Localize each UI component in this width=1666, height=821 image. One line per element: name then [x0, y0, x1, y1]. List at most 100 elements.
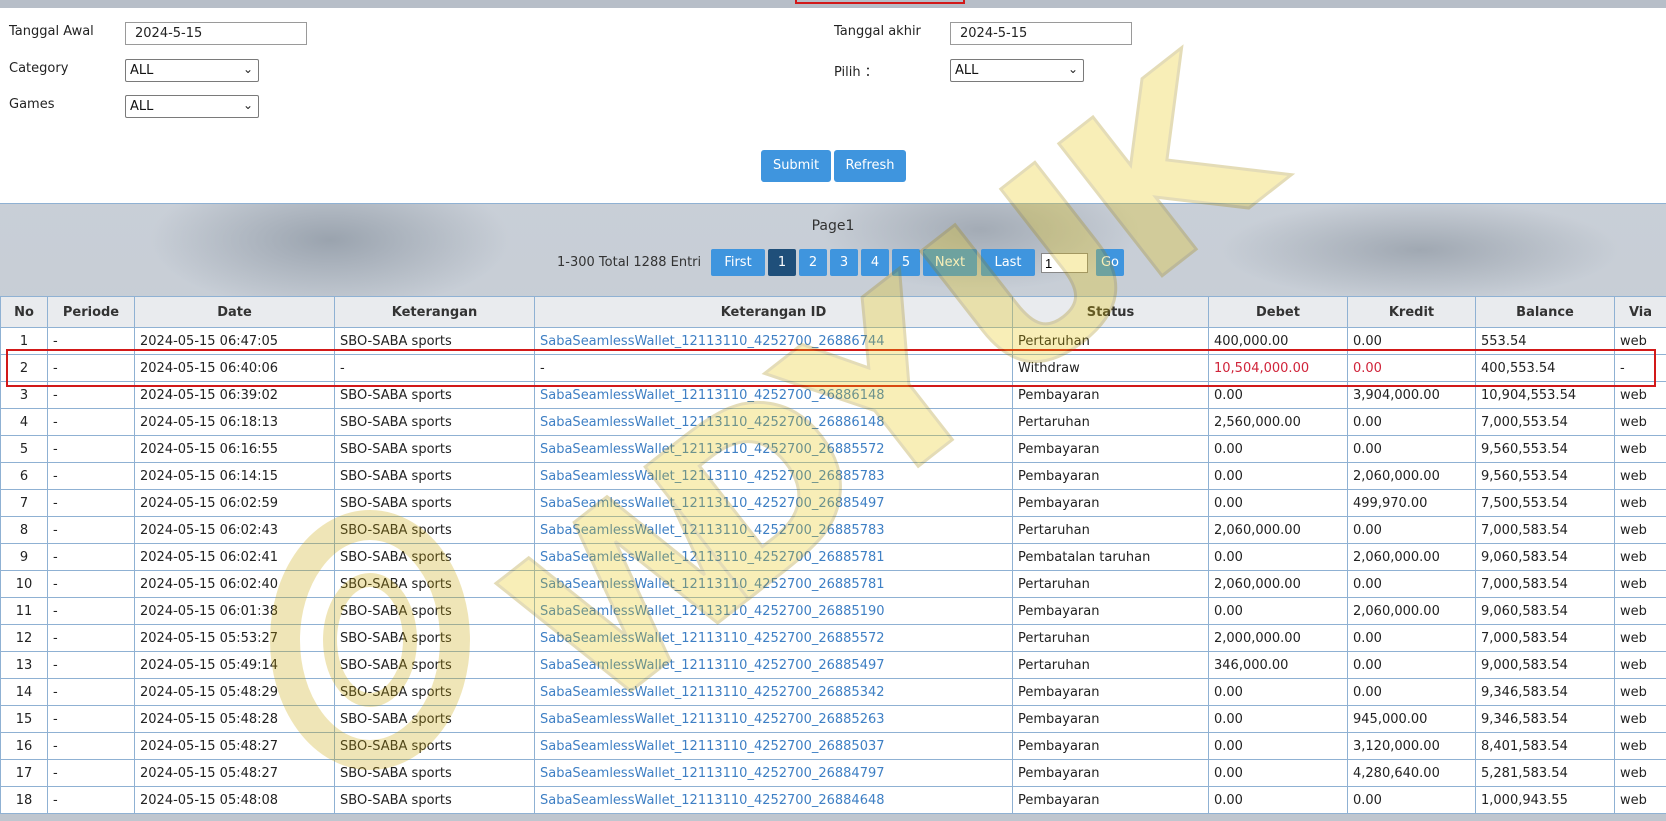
cell-periode: -	[47, 543, 135, 571]
goto-page-input[interactable]	[1041, 253, 1088, 273]
cell-no: 15	[0, 705, 48, 733]
go-button[interactable]: Go	[1096, 249, 1124, 276]
category-label: Category	[9, 61, 69, 76]
cell-no: 10	[0, 570, 48, 598]
cell-debet: 0.00	[1208, 435, 1348, 463]
cell-status: Pertaruhan	[1012, 651, 1209, 679]
cell-date: 2024-05-15 05:53:27	[134, 624, 335, 652]
cell-keterangan-id[interactable]: SabaSeamlessWallet_12113110_4252700_2688…	[534, 570, 1013, 598]
cell-status: Pertaruhan	[1012, 516, 1209, 544]
cell-status: Pembayaran	[1012, 786, 1209, 814]
cell-keterangan-id[interactable]: SabaSeamlessWallet_12113110_4252700_2688…	[534, 489, 1013, 517]
cell-keterangan-id[interactable]: SabaSeamlessWallet_12113110_4252700_2688…	[534, 759, 1013, 787]
cell-keterangan-id[interactable]: SabaSeamlessWallet_12113110_4252700_2688…	[534, 435, 1013, 463]
cell-kredit: 2,060,000.00	[1347, 543, 1476, 571]
cell-status: Pertaruhan	[1012, 570, 1209, 598]
transaction-table: No Periode Date Keterangan Keterangan ID Stat…	[0, 296, 1666, 814]
cell-keterangan-id[interactable]: SabaSeamlessWallet_12113110_4252700_2688…	[534, 597, 1013, 625]
cell-keterangan-id[interactable]: SabaSeamlessWallet_12113110_4252700_2688…	[534, 327, 1013, 355]
cell-via: web	[1614, 516, 1666, 544]
page-button-2[interactable]: 2	[799, 249, 827, 276]
cell-date: 2024-05-15 05:48:28	[134, 705, 335, 733]
submit-button[interactable]: Submit	[761, 150, 831, 182]
cell-keterangan-id[interactable]: SabaSeamlessWallet_12113110_4252700_2688…	[534, 381, 1013, 409]
page-button-4[interactable]: 4	[861, 249, 889, 276]
cell-balance: 7,500,553.54	[1475, 489, 1615, 517]
next-page-button[interactable]: Next	[923, 249, 977, 276]
cell-date: 2024-05-15 06:01:38	[134, 597, 335, 625]
cell-balance: 7,000,583.54	[1475, 570, 1615, 598]
cell-balance: 7,000,583.54	[1475, 516, 1615, 544]
cell-keterangan-id[interactable]: SabaSeamlessWallet_12113110_4252700_2688…	[534, 408, 1013, 436]
cell-via: web	[1614, 678, 1666, 706]
cell-kredit: 0.00	[1347, 435, 1476, 463]
cell-periode: -	[47, 435, 135, 463]
cell-no: 3	[0, 381, 48, 409]
pilih-select-value: ALL	[955, 63, 979, 78]
chevron-down-icon: ⌄	[1067, 62, 1078, 76]
cell-no: 16	[0, 732, 48, 760]
cell-periode: -	[47, 732, 135, 760]
cell-status: Pembayaran	[1012, 489, 1209, 517]
refresh-button[interactable]: Refresh	[834, 150, 906, 182]
start-date-input[interactable]	[125, 22, 307, 45]
cell-date: 2024-05-15 05:48:27	[134, 759, 335, 787]
cell-debet: 346,000.00	[1208, 651, 1348, 679]
cell-kredit: 0.00	[1347, 408, 1476, 436]
games-select[interactable]: ALL ⌄	[125, 95, 259, 118]
cell-keterangan-id[interactable]: SabaSeamlessWallet_12113110_4252700_2688…	[534, 624, 1013, 652]
first-page-button[interactable]: First	[711, 249, 765, 276]
table-row: 7-2024-05-15 06:02:59 SBO-SABA sports Saba…	[0, 489, 1666, 517]
cell-debet: 0.00	[1208, 678, 1348, 706]
table-row: 14-2024-05-15 05:48:29 SBO-SABA sports Sab…	[0, 678, 1666, 706]
cell-keterangan: SBO-SABA sports	[334, 408, 535, 436]
cell-keterangan-id[interactable]: SabaSeamlessWallet_12113110_4252700_2688…	[534, 543, 1013, 571]
cell-keterangan-id[interactable]: SabaSeamlessWallet_12113110_4252700_2688…	[534, 786, 1013, 814]
table-row: 8-2024-05-15 06:02:43 SBO-SABA sports Saba…	[0, 516, 1666, 544]
cell-via: web	[1614, 408, 1666, 436]
column-header: Via	[1614, 296, 1666, 328]
page-button-1[interactable]: 1	[768, 249, 796, 276]
table-row: 13-2024-05-15 05:49:14 SBO-SABA sports Sab…	[0, 651, 1666, 679]
category-select[interactable]: ALL ⌄	[125, 59, 259, 82]
cell-debet: 400,000.00	[1208, 327, 1348, 355]
table-row: 3-2024-05-15 06:39:02 SBO-SABA sports Saba…	[0, 381, 1666, 409]
pilih-select[interactable]: ALL ⌄	[950, 59, 1084, 82]
table-row: 17-2024-05-15 05:48:27 SBO-SABA sports Sab…	[0, 759, 1666, 787]
cell-keterangan: SBO-SABA sports	[334, 678, 535, 706]
cell-keterangan-id[interactable]: SabaSeamlessWallet_12113110_4252700_2688…	[534, 678, 1013, 706]
table-row: 18-2024-05-15 05:48:08 SBO-SABA sports Sab…	[0, 786, 1666, 814]
cell-debet: 0.00	[1208, 543, 1348, 571]
start-date-label: Tanggal Awal	[9, 24, 94, 39]
cell-no: 2	[0, 354, 48, 382]
chevron-down-icon: ⌄	[242, 98, 253, 112]
cell-status: Pembayaran	[1012, 705, 1209, 733]
last-page-button[interactable]: Last	[981, 249, 1035, 276]
cell-date: 2024-05-15 06:40:06	[134, 354, 335, 382]
cell-keterangan-id[interactable]: SabaSeamlessWallet_12113110_4252700_2688…	[534, 732, 1013, 760]
page-button-3[interactable]: 3	[830, 249, 858, 276]
page-button-5[interactable]: 5	[892, 249, 920, 276]
cell-keterangan-id[interactable]: SabaSeamlessWallet_12113110_4252700_2688…	[534, 462, 1013, 490]
cell-balance: 9,346,583.54	[1475, 705, 1615, 733]
cell-periode: -	[47, 759, 135, 787]
cell-keterangan-id[interactable]: SabaSeamlessWallet_12113110_4252700_2688…	[534, 516, 1013, 544]
column-header: Status	[1012, 296, 1209, 328]
cell-balance: 553.54	[1475, 327, 1615, 355]
end-date-input[interactable]	[950, 22, 1132, 45]
cell-via: web	[1614, 732, 1666, 760]
table-row: 16-2024-05-15 05:48:27 SBO-SABA sports Sab…	[0, 732, 1666, 760]
cell-balance: 9,000,583.54	[1475, 651, 1615, 679]
cell-keterangan-id[interactable]: SabaSeamlessWallet_12113110_4252700_2688…	[534, 651, 1013, 679]
cell-no: 1	[0, 327, 48, 355]
cell-periode: -	[47, 381, 135, 409]
cell-via: web	[1614, 381, 1666, 409]
table-row: 10-2024-05-15 06:02:40 SBO-SABA sports Sab…	[0, 570, 1666, 598]
table-row: 15-2024-05-15 05:48:28 SBO-SABA sports Sab…	[0, 705, 1666, 733]
cell-date: 2024-05-15 05:48:08	[134, 786, 335, 814]
cell-keterangan-id[interactable]: SabaSeamlessWallet_12113110_4252700_2688…	[534, 705, 1013, 733]
cell-kredit: 0.00	[1347, 516, 1476, 544]
cell-status: Pertaruhan	[1012, 624, 1209, 652]
cell-keterangan: SBO-SABA sports	[334, 489, 535, 517]
cell-kredit: 0.00	[1347, 327, 1476, 355]
